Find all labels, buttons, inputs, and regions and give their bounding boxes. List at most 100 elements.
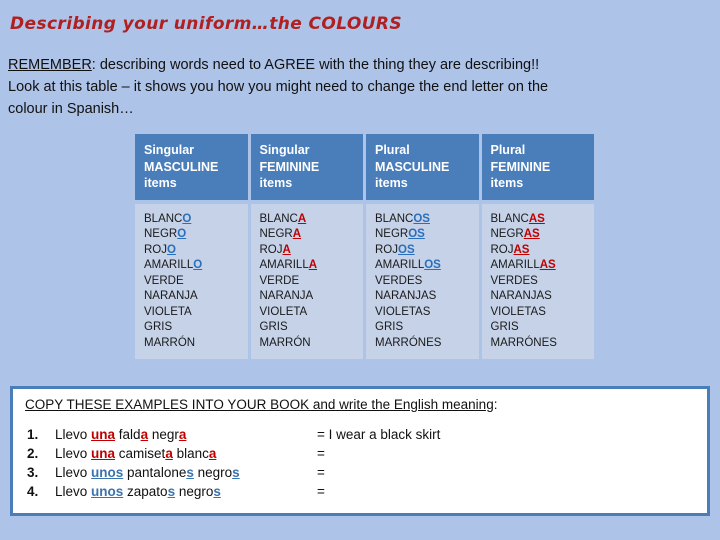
colour-word-stem: AMARILL <box>490 259 540 271</box>
spanish-text: camiset <box>115 446 166 461</box>
spanish-text: Llevo <box>55 427 92 442</box>
colour-word-ending: AS <box>513 243 530 256</box>
exercise-list: 1. Llevo una falda negra = I wear a black … <box>21 427 701 503</box>
colour-word: BLANCA <box>260 212 364 228</box>
colour-word-stem: ROJ <box>490 243 514 256</box>
colour-word: MARRÓNES <box>375 336 479 352</box>
table-header-line: Plural <box>375 143 410 157</box>
spanish-agreement-ending: una <box>91 427 116 442</box>
table-header-cell: Singular MASCULINE items <box>135 134 248 200</box>
colour-word-ending: OS <box>398 243 415 256</box>
spanish-agreement-ending: a <box>208 446 217 461</box>
colour-word-stem: NEGR <box>144 228 178 240</box>
colour-list-cell: BLANCA NEGRA ROJA AMARILLA VERDE NARANJA VIOLE… <box>250 203 364 359</box>
table-header-line: items <box>259 176 293 190</box>
table-header-line: FEMININE <box>490 159 551 174</box>
colour-word: NEGRO <box>144 227 248 243</box>
table-header-line: Singular <box>259 143 310 157</box>
colour-word-stem: AMARILL <box>375 259 425 271</box>
colour-word: ROJAS <box>491 243 595 259</box>
colour-list-cell: BLANCAS NEGRAS ROJAS AMARILLAS VERDES NARANJA… <box>481 203 595 359</box>
exercise-item-number: 4. <box>27 484 39 499</box>
colour-list-cell: BLANCOS NEGROS ROJOS AMARILLOS VERDES NARANJA… <box>366 203 479 359</box>
spanish-agreement-ending: a <box>140 427 149 442</box>
colour-word-stem: NEGR <box>259 228 293 240</box>
spanish-text: Llevo <box>55 446 92 461</box>
colour-word: GRIS <box>260 320 364 336</box>
colour-word-ending: AS <box>539 259 556 271</box>
colour-word: VIOLETAS <box>375 305 479 321</box>
table-header-line: FEMININE <box>259 159 320 174</box>
colour-word: VERDES <box>491 274 595 290</box>
colour-list-cell: BLANCO NEGRO ROJO AMARILLO VERDE NARANJA VIOLE… <box>135 203 248 359</box>
colour-word-stem: MARRÓN <box>259 336 311 349</box>
colour-word-ending: OS <box>408 228 425 240</box>
colour-word-ending: OS <box>413 212 430 225</box>
colour-word-stem: VIOLETA <box>259 305 308 318</box>
exercise-item: 4. Llevo unos zapatos negros = <box>21 484 701 503</box>
colour-word-stem: AMARILL <box>259 259 309 271</box>
colour-word-list: BLANCO NEGRO ROJO AMARILLO VERDE NARANJA VIOLE… <box>144 212 248 352</box>
colour-word: VERDE <box>260 274 364 290</box>
colour-word: GRIS <box>491 320 595 336</box>
exercise-item: 3. Llevo unos pantalones negros = <box>21 465 701 484</box>
exercise-heading: COPY THESE EXAMPLES INTO YOUR BOOK and w… <box>25 397 497 412</box>
colour-word: AMARILLA <box>260 258 364 274</box>
colour-word-ending: O <box>177 228 187 240</box>
colour-word-stem: MARRÓNES <box>375 336 442 349</box>
intro-line-2: Look at this table – it shows you how yo… <box>8 79 549 95</box>
colour-word: BLANCAS <box>491 212 595 228</box>
exercise-item: 1. Llevo una falda negra = I wear a black … <box>21 427 701 446</box>
colour-word: VERDES <box>375 274 479 290</box>
colour-word-stem: AMARILL <box>144 259 194 271</box>
colour-word: ROJOS <box>375 243 479 259</box>
colour-word-stem: VIOLETA <box>144 305 192 318</box>
colour-word-stem: VERDE <box>259 274 300 287</box>
slide-canvas: Describing your uniform…the COLOURS REME… <box>0 0 720 540</box>
colour-word-ending: A <box>297 212 307 225</box>
table-header-line: Singular <box>144 143 195 157</box>
colour-word-list: BLANCAS NEGRAS ROJAS AMARILLAS VERDES NARANJA… <box>491 212 595 352</box>
colour-word: ROJO <box>144 243 248 259</box>
colour-word: VIOLETA <box>144 305 248 321</box>
table-row: BLANCO NEGRO ROJO AMARILLO VERDE NARANJA VIOLE… <box>135 203 595 359</box>
page-title: Describing your uniform…the COLOURS <box>10 14 403 34</box>
colour-word-ending: A <box>308 259 318 271</box>
exercise-item: 2. Llevo una camiseta blanca = <box>21 446 701 465</box>
colour-word: VIOLETAS <box>491 305 595 321</box>
colours-table-head: Singular MASCULINE items Singular FEMININE it… <box>135 134 594 200</box>
colour-word-ending: OS <box>424 259 441 271</box>
spanish-agreement-ending: a <box>178 427 187 442</box>
colour-word-ending: AS <box>523 228 540 240</box>
table-header-line: items <box>144 176 177 190</box>
colour-word: NARANJAS <box>491 289 595 305</box>
colour-word: AMARILLAS <box>491 258 595 274</box>
colour-word: AMARILLO <box>144 258 248 274</box>
colour-word-list: BLANCA NEGRA ROJA AMARILLA VERDE NARANJA VIOLE… <box>260 212 364 352</box>
colour-word-stem: GRIS <box>259 321 288 333</box>
table-header-line: MASCULINE <box>144 159 219 174</box>
exercise-item-spanish: Llevo unos zapatos negros <box>55 484 317 499</box>
colour-word-stem: NARANJAS <box>490 290 552 302</box>
colour-word-stem: ROJ <box>375 243 398 256</box>
colour-word: GRIS <box>375 320 479 336</box>
colour-word-stem: NARANJAS <box>375 290 437 302</box>
spanish-text: blanc <box>172 446 209 461</box>
colour-word: VIOLETA <box>260 305 364 321</box>
colour-word-stem: VIOLETAS <box>490 305 546 318</box>
spanish-agreement-ending: a <box>165 446 173 461</box>
colour-word-stem: BLANC <box>375 212 414 225</box>
spanish-agreement-ending: unos <box>91 465 124 480</box>
colour-word-stem: MARRÓN <box>144 336 196 349</box>
colour-word: NEGRAS <box>491 227 595 243</box>
colour-word: NARANJA <box>260 289 364 305</box>
colour-word-stem: NEGR <box>490 228 524 240</box>
colour-word-ending: O <box>193 259 203 271</box>
intro-text: REMEMBER: describing words need to AGREE… <box>8 54 708 120</box>
exercise-box: COPY THESE EXAMPLES INTO YOUR BOOK and w… <box>10 386 710 516</box>
colour-word: MARRÓN <box>260 336 364 352</box>
spanish-agreement-ending: s <box>167 484 176 499</box>
spanish-agreement-ending: s <box>213 484 221 499</box>
remember-label: REMEMBER <box>8 57 92 73</box>
exercise-item-spanish: Llevo una falda negra <box>55 427 317 442</box>
